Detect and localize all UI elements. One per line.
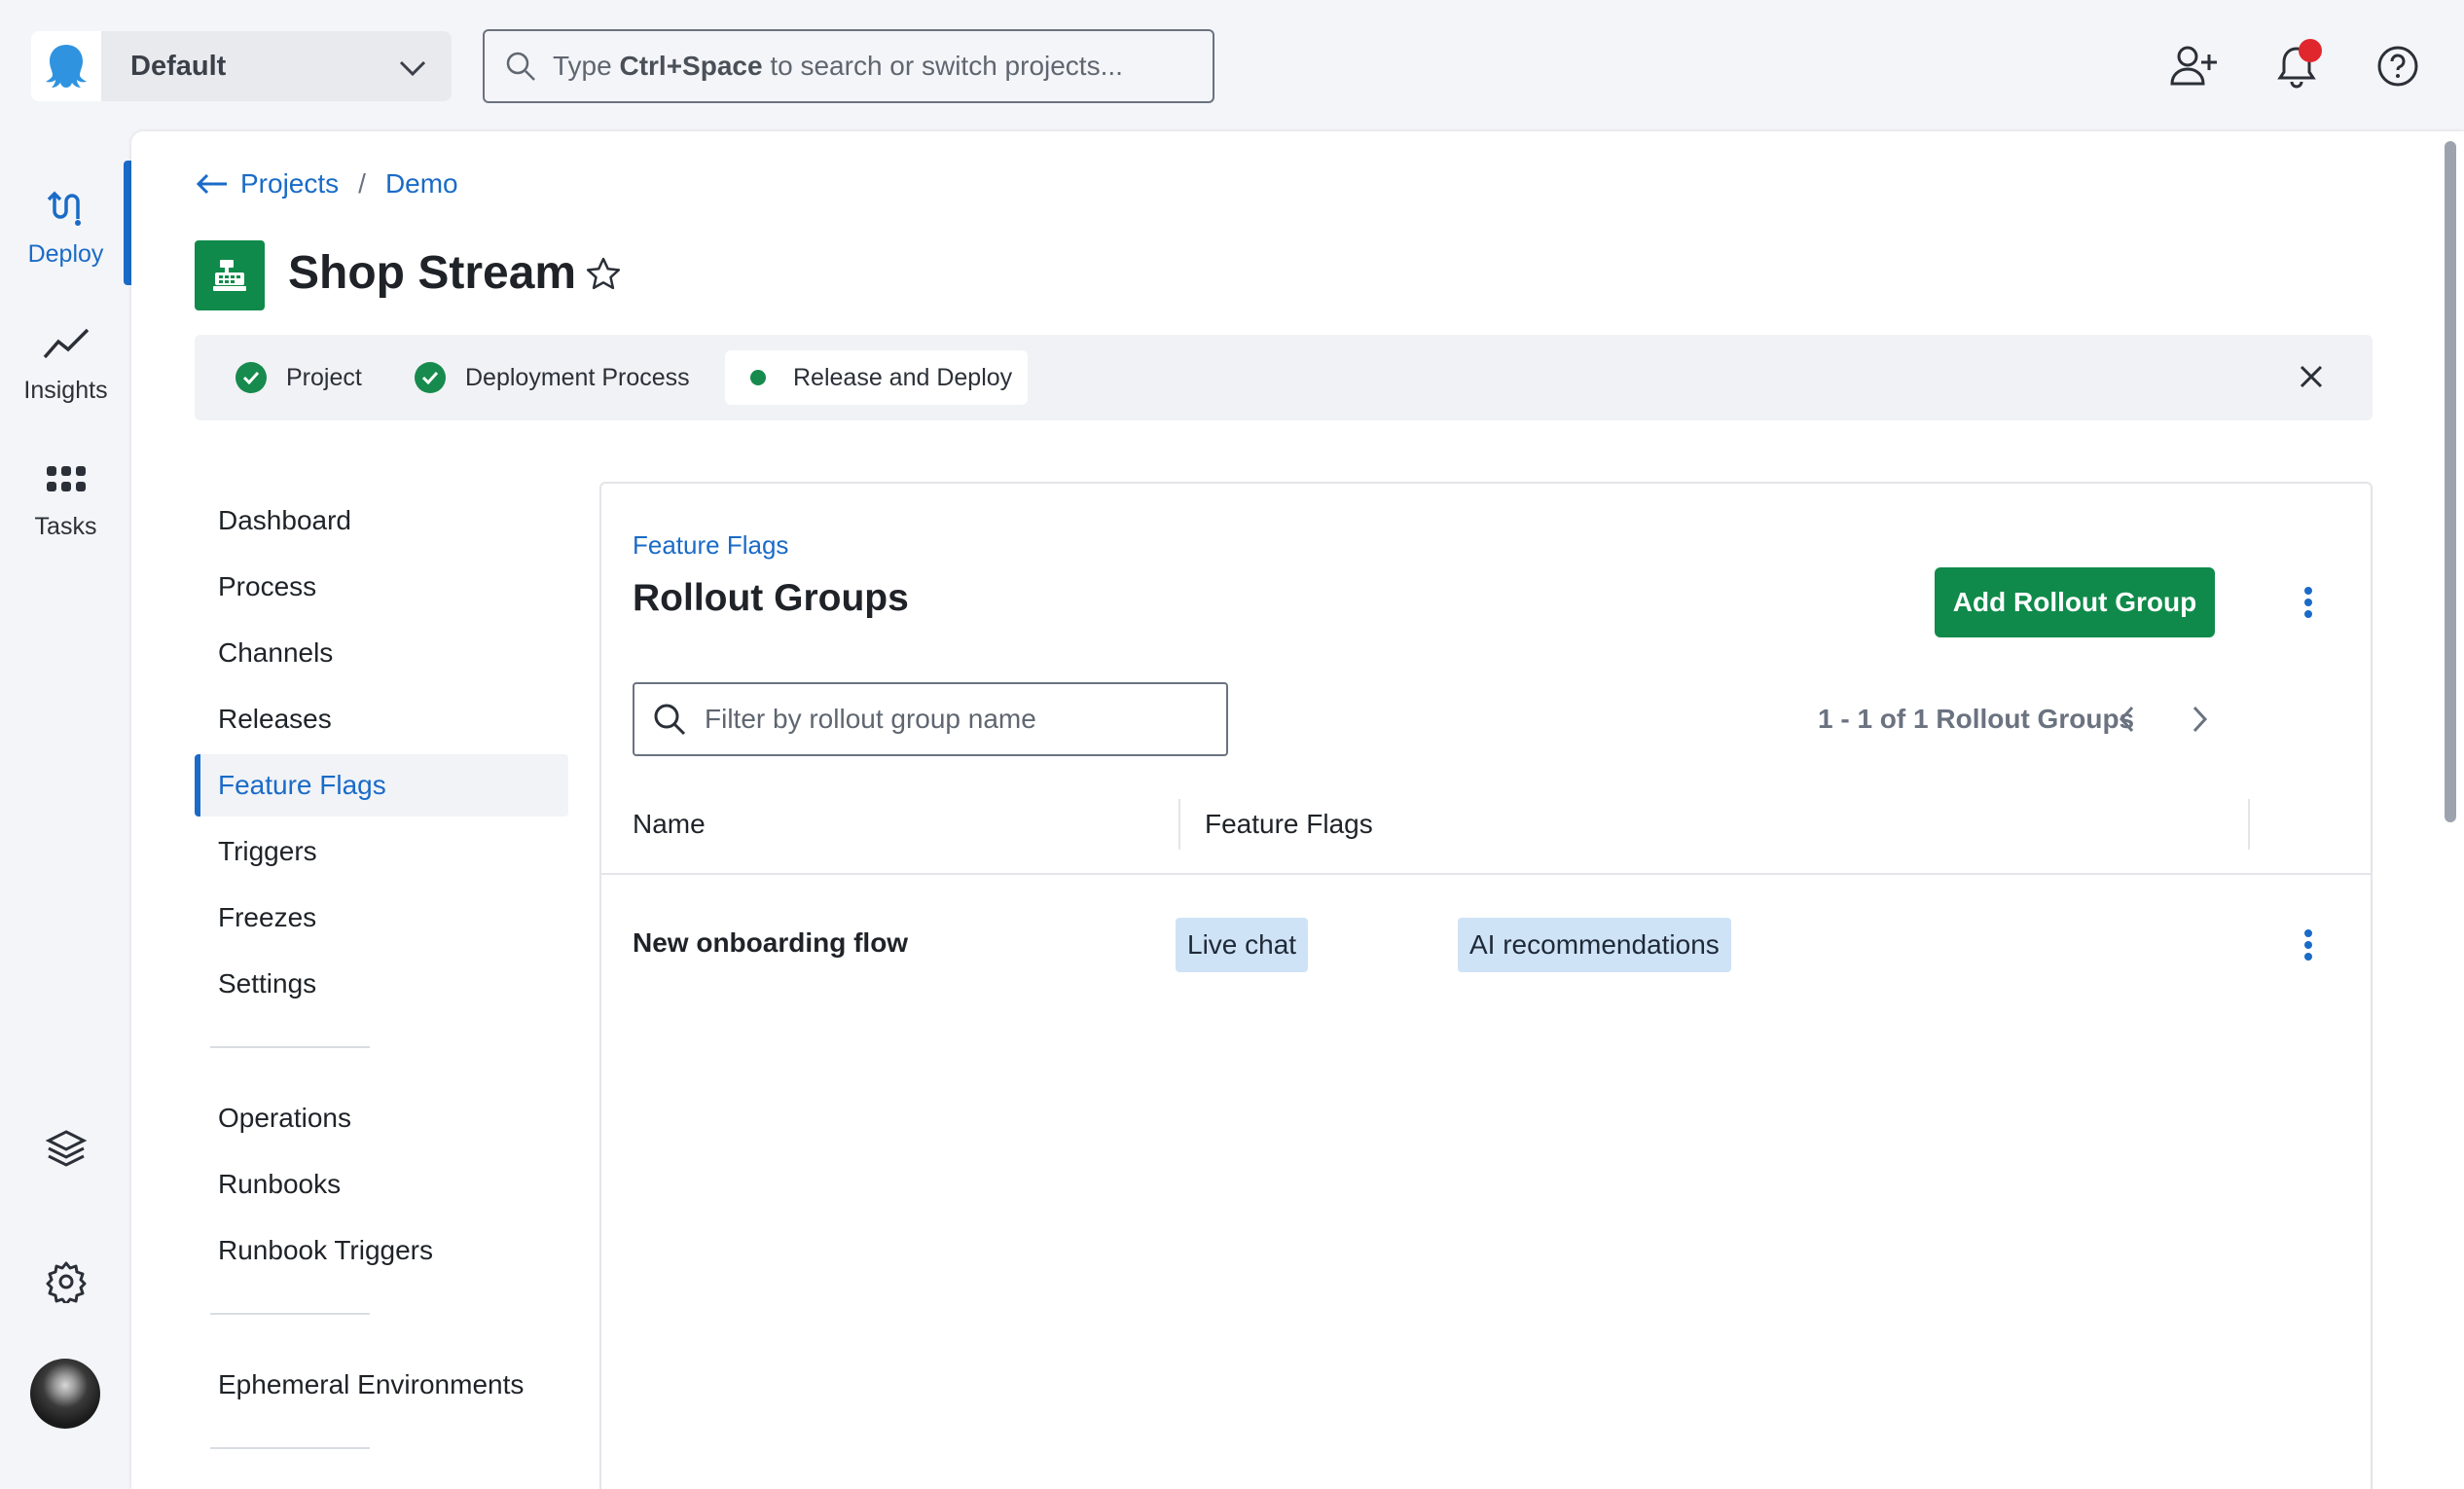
notifications-bell-icon[interactable] — [2269, 39, 2324, 93]
insights-icon — [43, 316, 90, 371]
step-label: Project — [286, 363, 362, 391]
step-release-and-deploy[interactable]: Release and Deploy — [725, 350, 1029, 405]
subnav-triggers[interactable]: Triggers — [195, 820, 568, 883]
invite-user-icon[interactable] — [2166, 39, 2221, 93]
current-step-dot-icon — [750, 370, 766, 385]
chevron-right-icon[interactable] — [2180, 700, 2219, 739]
nav-deploy[interactable]: Deploy — [0, 180, 131, 269]
row-more-options-icon[interactable] — [2289, 921, 2328, 969]
step-label: Release and Deploy — [793, 363, 1013, 391]
deploy-icon — [47, 180, 86, 235]
rollout-group-filter-input[interactable]: Filter by rollout group name — [633, 682, 1228, 756]
main-content: Projects / Demo Shop Stream Project Depl… — [131, 131, 2464, 1489]
nav-tasks[interactable]: Tasks — [0, 453, 131, 541]
nav-insights[interactable]: Insights — [0, 316, 131, 405]
project-logo-cash-register-icon — [195, 240, 265, 310]
check-circle-icon — [236, 362, 267, 393]
onboarding-steps: Project Deployment Process Release and D… — [195, 335, 2373, 420]
step-label: Deployment Process — [465, 363, 690, 391]
subnav-freezes[interactable]: Freezes — [195, 887, 568, 949]
subnav-releases[interactable]: Releases — [195, 688, 568, 750]
add-rollout-group-button[interactable]: Add Rollout Group — [1935, 567, 2215, 637]
subnav-ephemeral-environments[interactable]: Ephemeral Environments — [195, 1354, 568, 1416]
subnav-dashboard[interactable]: Dashboard — [195, 490, 568, 552]
help-icon[interactable] — [2371, 39, 2425, 93]
nav-active-indicator — [124, 161, 131, 285]
table-row-name[interactable]: New onboarding flow — [633, 927, 908, 959]
column-divider — [2248, 799, 2250, 850]
breadcrumb: Projects / Demo — [196, 168, 458, 200]
filter-placeholder: Filter by rollout group name — [705, 704, 1036, 734]
subnav-divider — [210, 1313, 370, 1315]
column-divider — [1178, 799, 1180, 850]
space-selector[interactable]: Default — [101, 31, 452, 101]
page-title: Shop Stream — [288, 247, 577, 299]
table-header-divider — [601, 873, 2371, 875]
project-search-input[interactable]: Type Ctrl+Space to search or switch proj… — [483, 29, 1214, 103]
card-title: Rollout Groups — [633, 577, 909, 619]
column-header-name[interactable]: Name — [633, 809, 706, 840]
rollout-groups-card: Feature Flags Rollout Groups Add Rollout… — [599, 482, 2373, 1489]
step-deployment-process[interactable]: Deployment Process — [399, 350, 706, 405]
vertical-scrollbar[interactable] — [2445, 141, 2456, 822]
back-arrow-icon[interactable] — [196, 172, 229, 196]
subnav-runbooks[interactable]: Runbooks — [195, 1153, 568, 1216]
column-header-feature-flags[interactable]: Feature Flags — [1205, 809, 1373, 840]
subnav-divider — [210, 1447, 370, 1449]
primary-nav: Deploy Insights Tasks — [0, 131, 131, 1489]
breadcrumb-demo-link[interactable]: Demo — [385, 168, 458, 200]
feature-flag-chip[interactable]: AI recommendations — [1458, 918, 1731, 972]
subnav-settings[interactable]: Settings — [195, 953, 568, 1015]
nav-deploy-label: Deploy — [27, 240, 104, 268]
subnav-divider — [210, 1046, 370, 1048]
subnav-feature-flags[interactable]: Feature Flags — [195, 754, 568, 817]
search-placeholder-suffix: to search or switch projects... — [762, 51, 1123, 81]
more-options-icon[interactable] — [2289, 578, 2328, 627]
octopus-logo-icon[interactable] — [31, 31, 101, 101]
card-breadcrumb-feature-flags[interactable]: Feature Flags — [633, 530, 788, 561]
user-avatar[interactable] — [30, 1359, 100, 1429]
layers-icon[interactable] — [37, 1120, 95, 1179]
search-icon — [506, 52, 535, 81]
step-project[interactable]: Project — [220, 350, 378, 405]
subnav-channels[interactable]: Channels — [195, 622, 568, 684]
subnav-runbook-triggers[interactable]: Runbook Triggers — [195, 1219, 568, 1282]
nav-tasks-label: Tasks — [34, 513, 97, 540]
settings-gear-icon[interactable] — [37, 1253, 95, 1311]
subnav-operations[interactable]: Operations — [195, 1087, 568, 1149]
breadcrumb-projects-link[interactable]: Projects — [240, 168, 339, 200]
search-placeholder-prefix: Type — [553, 51, 620, 81]
chevron-left-icon[interactable] — [2108, 700, 2147, 739]
space-name: Default — [130, 50, 227, 82]
favorite-star-icon[interactable] — [585, 256, 622, 298]
search-icon — [654, 704, 686, 736]
close-icon[interactable] — [2299, 364, 2324, 394]
notification-badge — [2299, 39, 2322, 62]
feature-flag-chip[interactable]: Live chat — [1176, 918, 1309, 972]
breadcrumb-separator: / — [358, 168, 366, 199]
pagination-summary: 1 - 1 of 1 Rollout Groups — [1818, 704, 2135, 734]
top-bar: Default Type Ctrl+Space to search or swi… — [0, 0, 2464, 131]
subnav-process[interactable]: Process — [195, 556, 568, 618]
search-placeholder-key: Ctrl+Space — [619, 51, 763, 81]
nav-insights-label: Insights — [23, 377, 108, 404]
check-circle-icon — [415, 362, 446, 393]
tasks-icon — [46, 453, 86, 507]
chevron-down-icon — [395, 51, 430, 93]
